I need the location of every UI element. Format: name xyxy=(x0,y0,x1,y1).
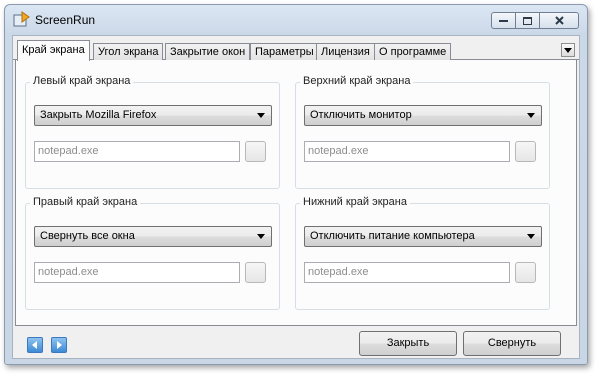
right-edge-browse-button[interactable] xyxy=(245,262,266,283)
group-top-edge: Верхний край экрана Отключить монитор no… xyxy=(295,75,550,189)
window-title: ScreenRun xyxy=(35,13,96,27)
dropdown-arrow-icon xyxy=(257,113,265,118)
bottom-edge-action-select[interactable]: Отключить питание компьютера xyxy=(304,226,542,247)
tab-screen-edge[interactable]: Край экрана xyxy=(17,40,90,61)
group-label: Нижний край экрана xyxy=(300,196,410,208)
app-window: ScreenRun Край экрана Угол экрана Закрыт… xyxy=(4,4,588,365)
left-edge-program-field[interactable]: notepad.exe xyxy=(34,141,240,162)
tab-window-closing[interactable]: Закрытие окон xyxy=(165,43,251,60)
select-value: Закрыть Mozilla Firefox xyxy=(40,109,157,121)
left-edge-browse-button[interactable] xyxy=(245,141,266,162)
select-value: Отключить питание компьютера xyxy=(310,230,475,242)
bottom-bar: Закрыть Свернуть xyxy=(13,326,579,360)
tab-panel-screen-edge: Левый край экрана Закрыть Mozilla Firefo… xyxy=(15,60,577,326)
tab-screen-corner[interactable]: Угол экрана xyxy=(93,43,164,60)
tab-license[interactable]: Лицензия xyxy=(316,43,375,60)
minimize-icon[interactable] xyxy=(491,12,516,29)
right-edge-action-select[interactable]: Свернуть все окна xyxy=(34,226,272,247)
close-button[interactable]: Закрыть xyxy=(359,331,457,356)
top-edge-program-field[interactable]: notepad.exe xyxy=(304,141,510,162)
minimize-button[interactable]: Свернуть xyxy=(463,331,561,356)
group-label: Верхний край экрана xyxy=(300,75,414,87)
bottom-edge-browse-button[interactable] xyxy=(515,262,536,283)
bottom-edge-program-field[interactable]: notepad.exe xyxy=(304,262,510,283)
tab-about[interactable]: О программе xyxy=(374,43,452,60)
group-label: Правый край экрана xyxy=(30,196,141,208)
group-label: Левый край экрана xyxy=(30,75,134,87)
arrow-right-icon[interactable] xyxy=(51,337,67,353)
tab-settings[interactable]: Параметры xyxy=(250,43,319,60)
right-edge-program-field[interactable]: notepad.exe xyxy=(34,262,240,283)
top-edge-action-select[interactable]: Отключить монитор xyxy=(304,105,542,126)
client-area: Край экрана Угол экрана Закрытие окон Па… xyxy=(12,35,580,359)
chevron-down-icon[interactable] xyxy=(561,43,575,57)
dropdown-arrow-icon xyxy=(527,234,535,239)
group-right-edge: Правый край экрана Свернуть все окна not… xyxy=(25,196,280,310)
arrow-left-icon[interactable] xyxy=(27,337,43,353)
dropdown-arrow-icon xyxy=(527,113,535,118)
tab-strip: Край экрана Угол экрана Закрытие окон Па… xyxy=(13,40,579,61)
top-edge-browse-button[interactable] xyxy=(515,141,536,162)
title-bar[interactable]: ScreenRun xyxy=(5,5,587,35)
group-left-edge: Левый край экрана Закрыть Mozilla Firefo… xyxy=(25,75,280,189)
left-edge-action-select[interactable]: Закрыть Mozilla Firefox xyxy=(34,105,272,126)
close-icon[interactable] xyxy=(539,12,579,29)
select-value: Отключить монитор xyxy=(310,109,412,121)
screenrun-app-icon[interactable] xyxy=(13,11,31,29)
maximize-icon[interactable] xyxy=(515,12,540,29)
dropdown-arrow-icon xyxy=(257,234,265,239)
group-bottom-edge: Нижний край экрана Отключить питание ком… xyxy=(295,196,550,310)
select-value: Свернуть все окна xyxy=(40,230,135,242)
